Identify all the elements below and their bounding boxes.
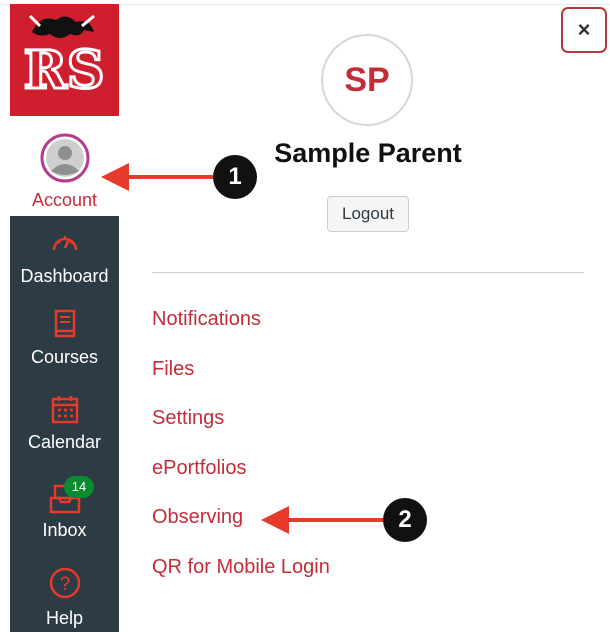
nav-dashboard[interactable]: Dashboard bbox=[10, 230, 119, 290]
svg-text:?: ? bbox=[59, 574, 70, 595]
callout-step-2: 2 bbox=[383, 498, 427, 542]
nav-help[interactable]: ? Help bbox=[10, 567, 119, 632]
link-eportfolios[interactable]: ePortfolios bbox=[152, 454, 330, 504]
user-avatar: SP bbox=[321, 34, 413, 126]
nav-calendar-label: Calendar bbox=[27, 432, 102, 452]
nav-courses[interactable]: Courses bbox=[10, 309, 119, 379]
courses-book-icon bbox=[54, 309, 75, 338]
logo-letters: RS bbox=[24, 40, 105, 101]
nav-calendar[interactable]: Calendar bbox=[10, 394, 119, 464]
nav-dashboard-label: Dashboard bbox=[20, 266, 109, 286]
callout-step-1: 1 bbox=[213, 155, 257, 199]
link-qr-mobile-login[interactable]: QR for Mobile Login bbox=[152, 553, 330, 603]
help-icon: ? bbox=[49, 567, 80, 599]
link-settings[interactable]: Settings bbox=[152, 404, 330, 454]
nav-help-label: Help bbox=[45, 608, 84, 628]
callout-1-arrow bbox=[127, 175, 213, 179]
account-links: Notifications Files Settings ePortfolios… bbox=[152, 305, 330, 602]
tray-divider bbox=[152, 272, 584, 273]
callout-2-arrow bbox=[287, 518, 383, 522]
logo-icon: RS bbox=[22, 14, 106, 103]
global-nav: RS Account Dashboard Courses Calendar 14… bbox=[10, 4, 119, 632]
callout-1-arrowhead bbox=[101, 163, 129, 191]
nav-inbox[interactable]: 14 Inbox bbox=[10, 476, 119, 551]
inbox-unread-badge: 14 bbox=[64, 476, 94, 498]
account-avatar-icon bbox=[40, 133, 89, 183]
callout-2-arrowhead bbox=[261, 506, 289, 534]
link-notifications[interactable]: Notifications bbox=[152, 305, 330, 355]
dashboard-gauge-icon bbox=[52, 236, 77, 251]
user-name: Sample Parent bbox=[274, 138, 462, 168]
nav-courses-label: Courses bbox=[30, 347, 99, 367]
school-logo[interactable]: RS bbox=[10, 4, 119, 116]
calendar-icon bbox=[51, 396, 78, 424]
logout-button[interactable]: Logout bbox=[327, 196, 409, 232]
close-tray-button[interactable]: × bbox=[561, 7, 607, 53]
link-files[interactable]: Files bbox=[152, 355, 330, 405]
link-observing[interactable]: Observing bbox=[152, 503, 330, 553]
nav-account-label: Account bbox=[31, 190, 98, 210]
nav-inbox-label: Inbox bbox=[42, 520, 87, 540]
